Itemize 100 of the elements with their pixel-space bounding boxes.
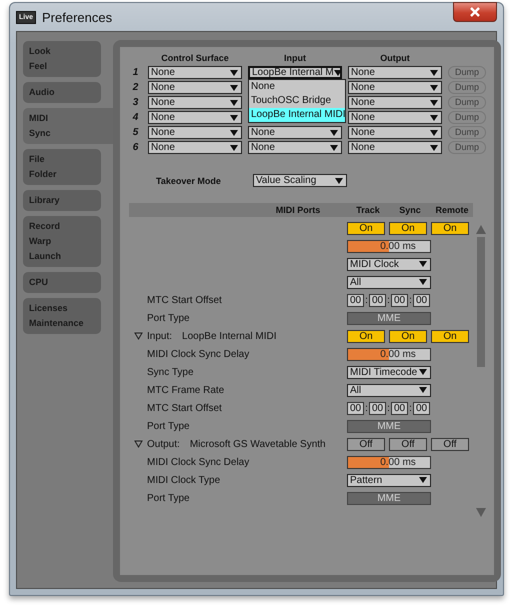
setting-label: MTC Frame Rate: [147, 384, 224, 396]
setting-dropdown[interactable]: All: [347, 276, 431, 288]
output-dropdown[interactable]: None: [348, 126, 442, 139]
caret-icon: [430, 84, 438, 90]
time-field[interactable]: 00: [391, 294, 408, 306]
caret-icon: [230, 70, 238, 76]
close-button[interactable]: [453, 2, 497, 22]
caret-icon: [230, 114, 238, 120]
input-dropdown[interactable]: None: [248, 126, 342, 139]
setting-label: MTC Start Offset: [147, 402, 222, 414]
time-separator: :: [408, 402, 413, 414]
menu-item[interactable]: None: [249, 80, 345, 94]
output-dropdown[interactable]: None: [348, 81, 442, 94]
setting-label: Port Type: [147, 492, 190, 504]
control-surface-dropdown[interactable]: None: [148, 141, 242, 154]
column-header: Input: [283, 53, 307, 63]
caret-icon: [230, 130, 238, 136]
setting-dropdown[interactable]: Pattern: [347, 474, 431, 486]
caret-icon: [430, 144, 438, 150]
port-direction: Output:: [147, 438, 180, 450]
port-type-field: MME: [347, 312, 431, 324]
setting-label: Port Type: [147, 312, 190, 324]
setting-label: MIDI Clock Type: [147, 474, 220, 486]
window-title: Preferences: [42, 10, 114, 24]
time-field[interactable]: 00: [413, 402, 430, 414]
caret-icon: [430, 100, 438, 106]
output-dropdown[interactable]: None: [348, 141, 442, 154]
caret-icon: [419, 477, 427, 483]
output-dropdown[interactable]: None: [348, 66, 442, 79]
time-separator: :: [364, 402, 369, 414]
scroll-up-icon: [476, 225, 486, 234]
port-name: LoopBe Internal MIDI: [182, 330, 277, 342]
toggle-button[interactable]: Off: [389, 438, 427, 450]
toggle-button[interactable]: Off: [347, 438, 385, 450]
caret-icon: [430, 70, 438, 76]
output-dropdown[interactable]: None: [348, 111, 442, 124]
time-separator: :: [386, 402, 391, 414]
time-separator: :: [408, 294, 413, 306]
column-header: MIDI Ports: [274, 205, 322, 215]
column-header: Sync: [398, 205, 422, 215]
time-separator: :: [386, 294, 391, 306]
port-name: Microsoft GS Wavetable Synth: [190, 438, 326, 450]
time-field[interactable]: 00: [391, 402, 408, 414]
output-dropdown[interactable]: None: [348, 96, 442, 109]
caret-icon: [419, 279, 427, 285]
toggle-button[interactable]: Off: [431, 438, 469, 450]
toggle-button[interactable]: On: [431, 222, 469, 234]
caret-icon: [230, 84, 238, 90]
caret-icon: [430, 130, 438, 136]
port-direction: Input:: [147, 330, 172, 342]
row-number: 5: [132, 127, 140, 138]
control-surface-dropdown[interactable]: None: [148, 81, 242, 94]
menu-item[interactable]: LoopBe Internal MIDI: [249, 108, 345, 122]
control-surface-dropdown[interactable]: None: [148, 111, 242, 124]
caret-icon: [430, 114, 438, 120]
caret-icon: [230, 144, 238, 150]
caret-icon: [419, 387, 427, 393]
row-number: 2: [132, 82, 140, 93]
control-surface-dropdown[interactable]: None: [148, 66, 242, 79]
time-field[interactable]: 00: [347, 402, 364, 414]
time-field[interactable]: 00: [369, 294, 386, 306]
time-field[interactable]: 00: [347, 294, 364, 306]
menu-item[interactable]: TouchOSC Bridge: [249, 94, 345, 108]
column-header: Remote: [434, 205, 470, 215]
setting-dropdown[interactable]: All: [347, 384, 431, 396]
time-field[interactable]: 00: [369, 402, 386, 414]
setting-label: Sync Type: [147, 366, 194, 378]
setting-dropdown[interactable]: MIDI Clock: [347, 258, 431, 270]
input-dropdown[interactable]: None: [248, 141, 342, 154]
caret-icon: [330, 130, 338, 136]
scrollbar-thumb[interactable]: [477, 237, 485, 367]
row-number: 4: [132, 112, 140, 123]
toggle-button[interactable]: On: [389, 222, 427, 234]
port-type-field: MME: [347, 420, 431, 432]
time-field[interactable]: 00: [413, 294, 430, 306]
caret-icon: [419, 369, 427, 375]
row-number: 3: [132, 97, 140, 108]
control-surface-dropdown[interactable]: None: [148, 96, 242, 109]
toggle-button[interactable]: On: [431, 330, 469, 342]
close-icon: [470, 7, 480, 17]
toggle-button[interactable]: On: [347, 222, 385, 234]
setting-label: MIDI Clock Sync Delay: [147, 348, 250, 360]
row-number: 6: [132, 142, 140, 153]
takeover-label: Takeover Mode: [156, 176, 221, 186]
caret-icon: [334, 178, 343, 184]
time-separator: :: [364, 294, 369, 306]
control-surface-dropdown[interactable]: None: [148, 126, 242, 139]
takeover-dropdown[interactable]: Value Scaling: [252, 174, 347, 187]
toggle-button[interactable]: On: [347, 330, 385, 342]
caret-icon: [330, 144, 338, 150]
setting-label: Port Type: [147, 420, 190, 432]
setting-label: MTC Start Offset: [147, 294, 222, 306]
scroll-down-icon: [476, 508, 486, 517]
column-header: Track: [355, 205, 381, 215]
column-header: Control Surface: [160, 53, 230, 63]
caret-icon: [230, 100, 238, 106]
column-header: Output: [379, 53, 411, 63]
toggle-button[interactable]: On: [389, 330, 427, 342]
setting-label: MIDI Clock Sync Delay: [147, 456, 250, 468]
setting-dropdown[interactable]: MIDI Timecode: [347, 366, 431, 378]
